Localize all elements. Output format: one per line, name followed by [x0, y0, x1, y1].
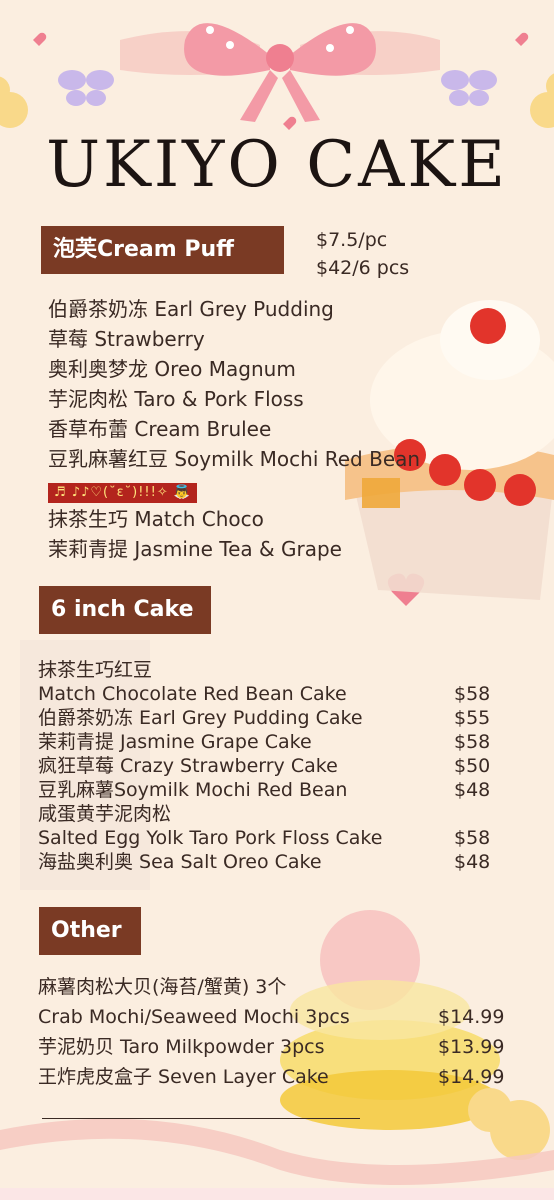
table-row: 豆乳麻薯Soymilk Mochi Red Bean $48 — [38, 779, 491, 801]
table-row: 芋泥奶贝 Taro Milkpowder 3pcs $13.99 — [38, 1036, 505, 1058]
cream-puff-prices: $7.5/pc $42/6 pcs — [316, 226, 409, 282]
table-row: Crab Mochi/Seaweed Mochi 3pcs $14.99 — [38, 1006, 505, 1028]
list-item: 抹茶生巧 Match Choco — [48, 507, 264, 531]
table-row: 麻薯肉松大贝(海苔/蟹黄) 3个 — [38, 976, 287, 998]
flower-icon — [530, 73, 554, 128]
price-six-pack: $42/6 pcs — [316, 257, 410, 279]
six-inch-cake-list: 抹茶生巧红豆 Match Chocolate Red Bean Cake $58 … — [38, 658, 498, 874]
list-item: 芋泥肉松 Taro & Pork Floss — [48, 387, 304, 411]
flower-icon — [468, 1088, 550, 1160]
table-row: 抹茶生巧红豆 — [38, 659, 153, 681]
table-row: Match Chocolate Red Bean Cake $58 — [38, 683, 491, 705]
divider — [42, 1118, 360, 1119]
section-tag-cream-puff: 泡芙Cream Puff — [41, 226, 284, 274]
list-item: 草莓 Strawberry — [48, 327, 205, 351]
flower-icon — [0, 76, 28, 128]
list-item: 香草布蕾 Cream Brulee — [48, 417, 272, 441]
table-row: Salted Egg Yolk Taro Pork Floss Cake $58 — [38, 827, 491, 849]
butterfly-icon — [441, 70, 497, 106]
emoji-strip: ♬ ♪♪♡(˘ε˘)!!!✧ 👼 — [48, 483, 198, 503]
list-item: 豆乳麻薯红豆 Soymilk Mochi Red Bean — [48, 447, 421, 471]
table-row: 咸蛋黄芋泥肉松 — [38, 803, 172, 825]
table-row: 伯爵茶奶冻 Earl Grey Pudding Cake $55 — [38, 707, 491, 729]
section-tag-six-inch: 6 inch Cake — [39, 586, 211, 634]
list-item: 奥利奥梦龙 Oreo Magnum — [48, 357, 296, 381]
table-row: 海盐奥利奥 Sea Salt Oreo Cake $48 — [38, 851, 491, 873]
butterfly-icon — [58, 70, 114, 106]
price-single: $7.5/pc — [316, 229, 388, 251]
checkered-border — [0, 1188, 554, 1200]
table-row: 茉莉青提 Jasmine Grape Cake $58 — [38, 731, 491, 753]
list-item: 茉莉青提 Jasmine Tea & Grape — [48, 537, 342, 561]
page-title: UKIYO CAKE — [46, 128, 508, 202]
bow-ribbon-icon — [120, 23, 440, 122]
table-row: 王炸虎皮盒子 Seven Layer Cake $14.99 — [38, 1066, 505, 1088]
table-row: 疯狂草莓 Crazy Strawberry Cake $50 — [38, 755, 491, 777]
list-item: 伯爵茶奶冻 Earl Grey Pudding — [48, 297, 334, 321]
section-tag-other: Other — [39, 907, 141, 955]
cream-puff-list: 伯爵茶奶冻 Earl Grey Pudding 草莓 Strawberry 奥利… — [48, 294, 420, 564]
other-list: 麻薯肉松大贝(海苔/蟹黄) 3个 Crab Mochi/Seaweed Moch… — [38, 972, 514, 1092]
